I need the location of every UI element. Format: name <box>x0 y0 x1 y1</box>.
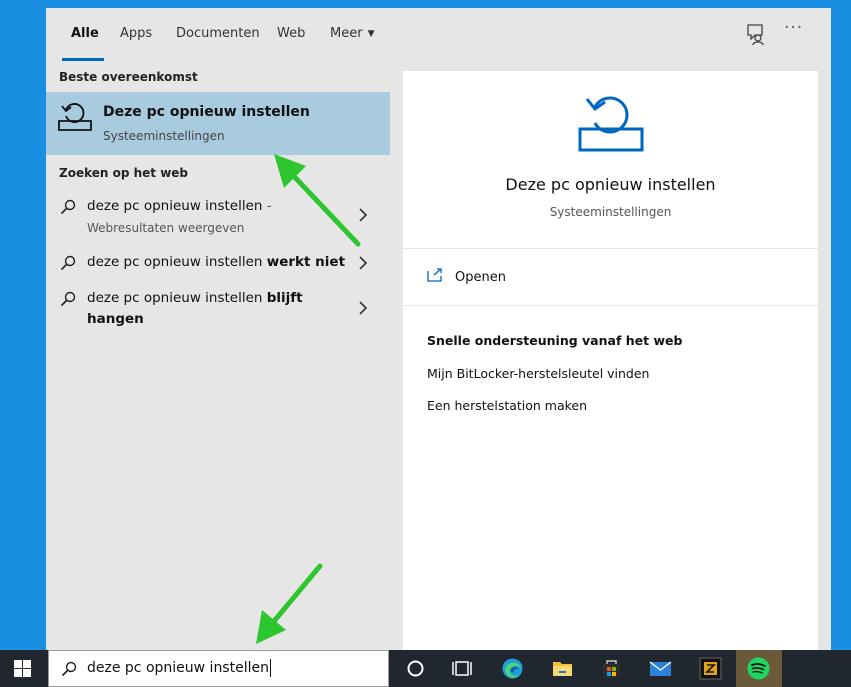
start-search-panel: Alle Apps Documenten Web Meer ▼ ··· Beste… <box>46 8 831 650</box>
search-icon <box>60 255 76 271</box>
web-result-text: deze pc opnieuw instellen blijft hangen <box>87 288 337 330</box>
app-icon[interactable] <box>698 656 723 681</box>
web-result-query: deze pc opnieuw instellen <box>87 290 267 306</box>
tab-documenten[interactable]: Documenten <box>176 26 260 41</box>
web-result-bold: werkt niet <box>266 254 346 270</box>
spotify-button[interactable] <box>736 650 782 687</box>
web-result-query: deze pc opnieuw instellen <box>87 198 263 214</box>
web-search-heading: Zoeken op het web <box>59 166 189 180</box>
web-result-text: deze pc opnieuw instellen - <box>87 196 272 217</box>
taskbar-search-box[interactable]: deze pc opnieuw instellen <box>48 650 389 687</box>
tab-apps[interactable]: Apps <box>120 26 152 41</box>
web-help-heading: Snelle ondersteuning vanaf het web <box>427 333 683 348</box>
preview-header: Deze pc opnieuw instellen Systeeminstell… <box>403 71 818 249</box>
preview-pane: Deze pc opnieuw instellen Systeeminstell… <box>403 71 818 650</box>
active-tab-indicator <box>62 58 104 61</box>
tab-meer-label: Meer <box>330 26 363 41</box>
annotation-arrow <box>274 154 361 247</box>
web-result-bold: blijft <box>266 290 303 306</box>
search-input[interactable]: deze pc opnieuw instellen <box>87 659 271 677</box>
web-result-item[interactable]: deze pc opnieuw instellen werkt niet <box>46 252 390 278</box>
store-icon[interactable] <box>599 656 624 681</box>
open-action[interactable]: Openen <box>403 249 818 306</box>
reset-pc-icon <box>578 96 644 152</box>
text-caret <box>269 659 271 677</box>
mail-icon[interactable] <box>648 656 673 681</box>
task-view-icon[interactable] <box>450 656 475 681</box>
more-options-icon[interactable]: ··· <box>784 18 803 38</box>
search-icon <box>60 199 76 215</box>
web-result-text: deze pc opnieuw instellen werkt niet <box>87 252 345 273</box>
best-match-heading: Beste overeenkomst <box>59 70 198 84</box>
web-result-query: deze pc opnieuw instellen <box>87 254 267 270</box>
search-icon <box>61 661 77 677</box>
tab-web[interactable]: Web <box>277 26 305 41</box>
chevron-right-icon[interactable] <box>357 301 369 315</box>
search-input-value: deze pc opnieuw instellen <box>87 660 269 676</box>
windows-start-icon[interactable] <box>14 660 31 677</box>
cortana-icon[interactable] <box>403 656 428 681</box>
dropdown-arrow-icon: ▼ <box>367 29 375 39</box>
taskbar: deze pc opnieuw instellen <box>0 650 851 687</box>
preview-title: Deze pc opnieuw instellen <box>505 175 716 194</box>
search-icon <box>60 291 76 307</box>
web-result-bold-2: hangen <box>87 311 144 327</box>
search-tabs: Alle Apps Documenten Web Meer ▼ ··· <box>46 8 831 62</box>
web-result-item[interactable]: deze pc opnieuw instellen blijft hangen <box>46 288 390 332</box>
annotation-arrow <box>256 563 323 644</box>
feedback-icon[interactable] <box>742 20 770 48</box>
preview-subtitle: Systeeminstellingen <box>549 205 672 219</box>
open-label: Openen <box>455 270 506 285</box>
file-explorer-icon[interactable] <box>550 656 575 681</box>
tab-meer[interactable]: Meer ▼ <box>330 26 374 41</box>
chevron-right-icon[interactable] <box>357 256 369 270</box>
reset-pc-icon <box>58 103 92 131</box>
open-icon <box>427 268 442 282</box>
tab-alle[interactable]: Alle <box>71 26 99 41</box>
spotify-icon <box>747 657 770 680</box>
web-result-subtitle: Webresultaten weergeven <box>87 221 245 235</box>
edge-icon[interactable] <box>500 656 525 681</box>
best-match-subtitle: Systeeminstellingen <box>103 129 225 143</box>
best-match-title: Deze pc opnieuw instellen <box>103 104 310 120</box>
help-link-recovery-drive[interactable]: Een herstelstation maken <box>427 398 587 413</box>
help-link-bitlocker[interactable]: Mijn BitLocker-herstelsleutel vinden <box>427 366 649 381</box>
